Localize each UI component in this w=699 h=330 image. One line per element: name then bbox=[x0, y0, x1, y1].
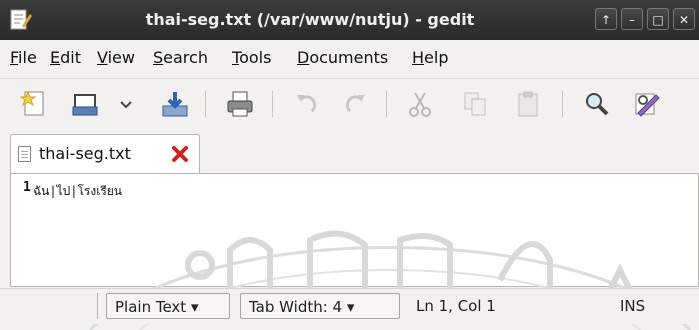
cursor-position: Ln 1, Col 1 bbox=[416, 297, 496, 315]
maximize-button[interactable]: □ bbox=[647, 8, 669, 30]
toolbar bbox=[0, 79, 699, 129]
insert-mode: INS bbox=[620, 297, 646, 315]
text-editor-area[interactable]: 1 ฉัน|ไป|โรงเรียน bbox=[10, 173, 699, 287]
print-icon[interactable] bbox=[225, 89, 255, 119]
editor-text-line[interactable]: ฉัน|ไป|โรงเรียน bbox=[33, 182, 122, 201]
gedit-app-icon bbox=[10, 9, 32, 30]
close-window-button[interactable]: ✕ bbox=[673, 8, 695, 30]
menu-tools[interactable]: Tools bbox=[232, 48, 271, 67]
status-divider bbox=[97, 293, 98, 319]
maximize-up-button[interactable]: ↑ bbox=[595, 8, 617, 30]
menu-bar: File Edit View Search Tools Documents He… bbox=[0, 40, 699, 79]
close-tab-icon[interactable] bbox=[171, 145, 189, 163]
toolbar-separator bbox=[562, 91, 563, 117]
menu-file[interactable]: File bbox=[10, 48, 37, 67]
document-tab-bar: thai-seg.txt bbox=[0, 130, 699, 174]
menu-documents[interactable]: Documents bbox=[297, 48, 388, 67]
status-bar: Plain Text ▾ Tab Width: 4 ▾ Ln 1, Col 1 … bbox=[0, 288, 699, 324]
toolbar-separator bbox=[386, 91, 387, 117]
menu-search[interactable]: Search bbox=[153, 48, 208, 67]
open-dropdown-icon[interactable] bbox=[116, 89, 136, 119]
menu-view[interactable]: View bbox=[97, 48, 135, 67]
new-document-icon[interactable] bbox=[20, 89, 50, 119]
redo-icon[interactable] bbox=[340, 89, 370, 119]
menu-edit[interactable]: Edit bbox=[50, 48, 81, 67]
toolbar-separator bbox=[272, 91, 273, 117]
tab-label: thai-seg.txt bbox=[39, 144, 131, 163]
undo-icon[interactable] bbox=[292, 89, 322, 119]
title-bar: thai-seg.txt (/var/www/nutju) - gedit ↑ … bbox=[0, 0, 699, 40]
document-icon bbox=[18, 146, 31, 162]
line-number: 1 bbox=[23, 180, 31, 195]
minimize-button[interactable]: – bbox=[621, 8, 643, 30]
replace-icon[interactable] bbox=[632, 89, 662, 119]
window-title: thai-seg.txt (/var/www/nutju) - gedit bbox=[145, 10, 475, 29]
copy-icon[interactable] bbox=[460, 89, 490, 119]
tab-thai-seg[interactable]: thai-seg.txt bbox=[10, 134, 200, 174]
cut-icon[interactable] bbox=[405, 89, 435, 119]
paste-icon[interactable] bbox=[513, 89, 543, 119]
open-icon[interactable] bbox=[70, 89, 100, 119]
tab-width-selector[interactable]: Tab Width: 4 ▾ bbox=[240, 293, 400, 319]
find-icon[interactable] bbox=[582, 89, 612, 119]
save-icon[interactable] bbox=[160, 89, 190, 119]
toolbar-separator bbox=[205, 91, 206, 117]
menu-help[interactable]: Help bbox=[412, 48, 448, 67]
language-selector[interactable]: Plain Text ▾ bbox=[106, 293, 230, 319]
